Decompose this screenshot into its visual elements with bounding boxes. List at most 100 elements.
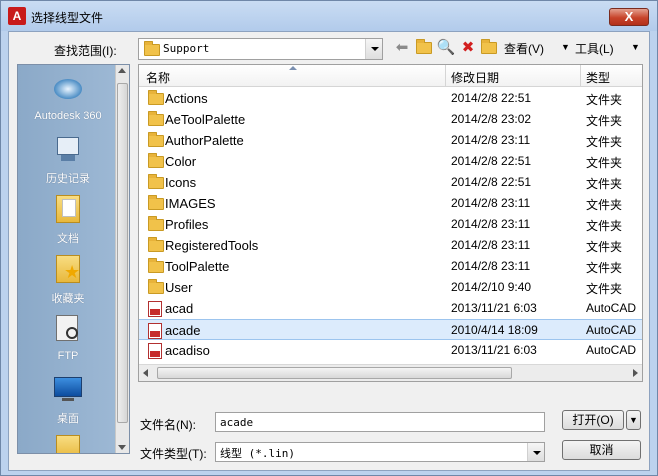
history-icon — [52, 133, 84, 165]
list-header: 名称 修改日期 类型 — [139, 65, 642, 87]
table-row[interactable]: AuthorPalette 2014/2/8 23:11 文件夹 — [139, 130, 642, 151]
place-history[interactable]: 历史记录 — [18, 133, 118, 186]
title-bar[interactable]: A 选择线型文件 X — [1, 1, 657, 31]
table-row[interactable]: acadiso 2013/11/21 6:03 AutoCAD — [139, 340, 642, 361]
table-row[interactable]: User 2014/2/10 9:40 文件夹 — [139, 277, 642, 298]
file-date: 2014/2/8 23:11 — [451, 217, 531, 231]
scroll-thumb[interactable] — [117, 83, 128, 423]
place-favorites[interactable]: ★ 收藏夹 — [18, 253, 118, 306]
folder-icon — [148, 258, 164, 273]
up-folder-icon[interactable] — [414, 39, 434, 57]
filename-input[interactable] — [215, 412, 545, 432]
close-button[interactable]: X — [609, 8, 649, 26]
table-row[interactable]: IMAGES 2014/2/8 23:11 文件夹 — [139, 193, 642, 214]
folder-icon — [148, 279, 164, 294]
folder-icon — [148, 111, 164, 126]
cancel-button[interactable]: 取消 — [562, 440, 641, 460]
ftp-icon — [52, 313, 84, 345]
table-row[interactable]: Actions 2014/2/8 22:51 文件夹 — [139, 88, 642, 109]
filetype-value: 线型 (*.lin) — [220, 447, 295, 460]
autodesk360-icon — [52, 73, 84, 105]
file-date: 2010/4/14 18:09 — [451, 323, 538, 337]
place-autodesk360[interactable]: Autodesk 360 — [18, 73, 118, 122]
place-documents[interactable]: 文档 — [18, 193, 118, 246]
sort-ascending-icon — [289, 66, 297, 70]
tools-dropdown-icon[interactable]: ▼ — [631, 42, 640, 52]
file-type: 文件夹 — [586, 156, 623, 170]
file-type: 文件夹 — [586, 93, 623, 107]
file-type: 文件夹 — [586, 261, 623, 275]
chevron-down-icon[interactable] — [365, 39, 382, 59]
folder-icon — [148, 153, 164, 168]
chevron-down-icon[interactable] — [118, 445, 126, 450]
folder-icon — [148, 132, 164, 147]
place-ftp[interactable]: FTP — [18, 313, 118, 362]
places-scrollbar[interactable] — [115, 65, 129, 453]
table-row[interactable]: AeToolPalette 2014/2/8 23:02 文件夹 — [139, 109, 642, 130]
file-type: AutoCAD — [586, 343, 637, 357]
file-type: 文件夹 — [586, 114, 623, 128]
search-web-icon[interactable]: 🔍 — [436, 39, 456, 57]
file-list: 名称 修改日期 类型 Actions 2014/2/8 22:51 文件夹 AeToo… — [138, 64, 643, 382]
dialog-title: 选择线型文件 — [31, 11, 104, 25]
table-row[interactable]: Profiles 2014/2/8 23:11 文件夹 — [139, 214, 642, 235]
select-linetype-dialog: A 选择线型文件 X 查找范围(I): Support ⬅ 🔍 ✖ 查看(V) … — [0, 0, 658, 476]
table-row[interactable]: Icons 2014/2/8 22:51 文件夹 — [139, 172, 642, 193]
folder-icon — [148, 237, 164, 252]
chevron-right-icon[interactable] — [633, 369, 638, 377]
file-name: Actions — [165, 91, 208, 106]
table-row[interactable]: acad 2013/11/21 6:03 AutoCAD — [139, 298, 642, 319]
file-date: 2014/2/8 23:11 — [451, 196, 531, 210]
file-name: IMAGES — [165, 196, 216, 211]
place-desktop[interactable]: 桌面 — [18, 373, 118, 426]
scroll-thumb[interactable] — [157, 367, 512, 379]
filename-field[interactable] — [216, 413, 544, 431]
views-dropdown-icon[interactable]: ▼ — [561, 42, 570, 52]
chevron-down-icon[interactable] — [527, 443, 544, 461]
delete-icon[interactable]: ✖ — [458, 39, 478, 57]
filetype-combobox[interactable]: 线型 (*.lin) — [215, 442, 545, 462]
file-name: acad — [165, 301, 194, 316]
file-type: 文件夹 — [586, 282, 623, 296]
table-row[interactable]: Color 2014/2/8 22:51 文件夹 — [139, 151, 642, 172]
file-date: 2013/11/21 6:03 — [451, 301, 537, 315]
linetype-file-icon — [148, 343, 162, 359]
autocad-logo-icon: A — [8, 7, 26, 25]
file-name: acade — [165, 323, 201, 338]
open-options-dropdown[interactable]: ▼ — [626, 410, 641, 430]
lookin-combobox[interactable]: Support — [138, 38, 383, 60]
view-menu[interactable]: 查看(V) — [504, 40, 544, 57]
table-row[interactable]: RegisteredTools 2014/2/8 23:11 文件夹 — [139, 235, 642, 256]
file-date: 2014/2/8 23:02 — [451, 112, 532, 126]
desktop-icon — [52, 373, 84, 405]
file-date: 2014/2/8 22:51 — [451, 154, 532, 168]
file-name: Icons — [165, 175, 197, 190]
back-arrow-icon[interactable]: ⬅ — [392, 39, 412, 57]
file-name: ToolPalette — [165, 259, 230, 274]
folder-icon — [52, 431, 84, 453]
file-type: 文件夹 — [586, 219, 623, 233]
file-date: 2014/2/8 23:11 — [451, 238, 531, 252]
file-name: RegisteredTools — [165, 238, 259, 253]
horizontal-scrollbar[interactable] — [139, 364, 642, 381]
column-type[interactable]: 类型 — [586, 69, 610, 86]
file-type: 文件夹 — [586, 198, 623, 212]
file-date: 2014/2/8 23:11 — [451, 133, 531, 147]
places-bar: Autodesk 360 历史记录 文档 ★ 收藏夹 FTP 桌面 — [17, 64, 130, 454]
column-name[interactable]: 名称 — [146, 69, 170, 86]
chevron-left-icon[interactable] — [143, 369, 148, 377]
table-row[interactable]: ToolPalette 2014/2/8 23:11 文件夹 — [139, 256, 642, 277]
folder-icon — [148, 216, 164, 231]
table-row[interactable]: acade 2010/4/14 18:09 AutoCAD — [139, 319, 642, 340]
column-date[interactable]: 修改日期 — [451, 69, 499, 86]
new-folder-icon[interactable] — [479, 39, 499, 57]
file-date: 2014/2/8 22:51 — [451, 91, 532, 105]
file-rows: Actions 2014/2/8 22:51 文件夹 AeToolPalette 201… — [139, 88, 642, 361]
chevron-up-icon[interactable] — [118, 68, 126, 73]
tools-menu[interactable]: 工具(L) — [575, 40, 614, 57]
lookin-value: Support — [163, 42, 210, 55]
place-more[interactable] — [18, 431, 118, 453]
file-name: Color — [165, 154, 197, 169]
open-button[interactable]: 打开(O) — [562, 410, 624, 430]
documents-icon — [52, 193, 84, 225]
